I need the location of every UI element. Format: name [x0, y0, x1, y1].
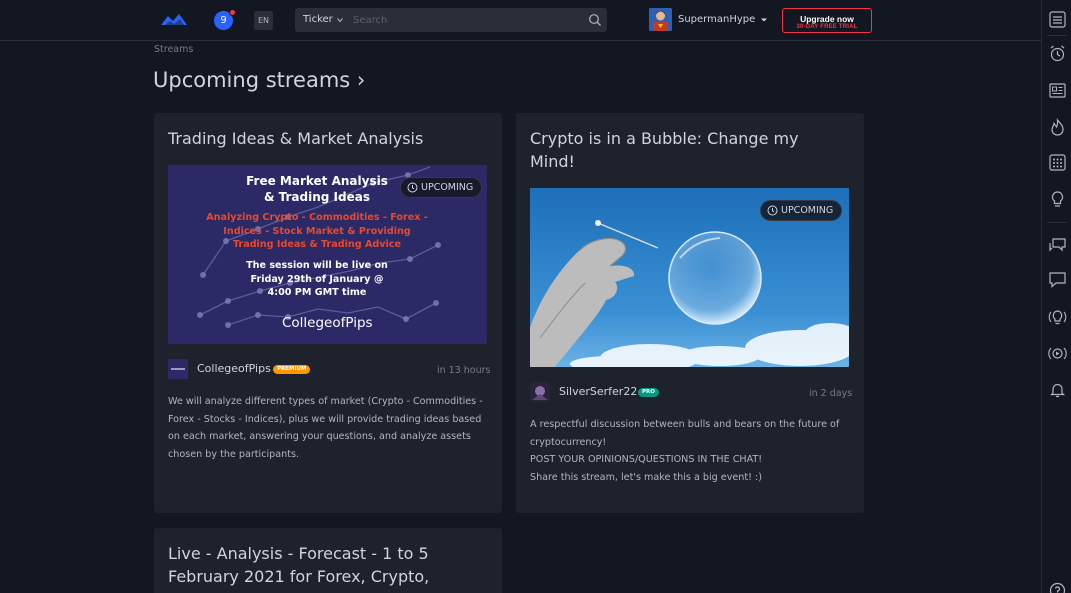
notifications-bell-icon[interactable]: [1048, 380, 1067, 399]
news-icon[interactable]: [1048, 81, 1067, 100]
search-icon[interactable]: [588, 13, 602, 27]
page-title[interactable]: Upcoming streams ›: [153, 68, 365, 92]
stream-card[interactable]: Crypto is in a Bubble: Change my Mind! U…: [516, 113, 864, 513]
stream-card[interactable]: Trading Ideas & Market Analysis Free Mar…: [154, 113, 502, 513]
stream-description: We will analyze different types of marke…: [168, 393, 488, 463]
thumbnail-subheading-line: Indices - Stock Market & Providing: [223, 225, 411, 237]
thumbnail-heading: Free Market Analysis & Trading Ideas: [232, 173, 402, 205]
thumbnail-subheading: Analyzing Crypto - Commodities - Forex -…: [198, 211, 436, 252]
right-toolbar: [1041, 0, 1071, 593]
stream-card[interactable]: Live - Analysis - Forecast - 1 to 5 Febr…: [154, 528, 502, 593]
caret-down-icon[interactable]: [760, 17, 768, 23]
pro-tag: PRO: [638, 388, 659, 397]
user-avatar[interactable]: [649, 8, 672, 31]
calendar-icon[interactable]: [1048, 153, 1067, 172]
search-box[interactable]: Ticker: [295, 8, 607, 32]
upcoming-badge: UPCOMING: [760, 200, 843, 221]
hotlist-icon[interactable]: [1048, 118, 1067, 137]
stream-title[interactable]: Live - Analysis - Forecast - 1 to 5 Febr…: [168, 542, 468, 588]
streams-icon[interactable]: [1048, 344, 1067, 363]
username[interactable]: SupermanHype: [678, 14, 755, 25]
thumbnail-brand: CollegeofPips: [282, 315, 373, 331]
thumbnail-subheading-line: Analyzing Crypto - Commodities - Forex -: [206, 212, 428, 223]
premium-tag: PREMIUM: [273, 365, 311, 374]
language-button[interactable]: EN: [254, 11, 273, 30]
stream-title[interactable]: Trading Ideas & Market Analysis: [168, 127, 488, 150]
upcoming-badge: UPCOMING: [400, 177, 483, 198]
thumbnail-heading-line: Free Market Analysis: [246, 174, 388, 188]
idea-stream-icon[interactable]: [1048, 308, 1067, 327]
stream-thumbnail[interactable]: UPCOMING: [530, 188, 849, 367]
search-input[interactable]: [353, 11, 578, 29]
thumbnail-session-line: 4:00 PM GMT time: [267, 287, 367, 298]
alert-clock-icon[interactable]: [1048, 44, 1067, 63]
chats-icon[interactable]: [1048, 235, 1067, 254]
clock-icon: [407, 182, 418, 193]
description-paragraph: A respectful discussion between bulls an…: [530, 419, 840, 448]
clock-icon: [767, 205, 778, 216]
status-label: UPCOMING: [421, 182, 474, 193]
top-bar: 9 EN Ticker SupermanHype Upgrade now 30-…: [0, 0, 1041, 41]
thumbnail-session-info: The session will be live on Friday 29th …: [228, 259, 406, 300]
stream-time: in 2 days: [809, 388, 853, 399]
logo-icon[interactable]: [160, 10, 188, 30]
private-chat-icon[interactable]: [1048, 270, 1067, 289]
stream-thumbnail[interactable]: Free Market Analysis & Trading Ideas Ana…: [168, 165, 487, 344]
author-avatar[interactable]: [168, 359, 188, 379]
watchlist-icon[interactable]: [1048, 10, 1067, 29]
stream-time: in 13 hours: [437, 365, 491, 376]
upgrade-sublabel: 30-DAY FREE TRIAL: [796, 23, 858, 30]
description-paragraph: POST YOUR OPINIONS/QUESTIONS IN THE CHAT…: [530, 454, 763, 465]
upgrade-button[interactable]: Upgrade now 30-DAY FREE TRIAL: [782, 8, 872, 33]
toolbar-divider: [1047, 35, 1067, 36]
description-paragraph: We will analyze different types of marke…: [168, 396, 483, 460]
author-avatar[interactable]: [530, 382, 550, 402]
thumbnail-brand-logo: CollegeofPips: [282, 315, 373, 331]
author-name[interactable]: SilverSerfer22: [559, 385, 637, 398]
search-type-label[interactable]: Ticker: [303, 8, 333, 32]
thumbnail-heading-line: & Trading Ideas: [264, 190, 370, 204]
description-paragraph: Share this stream, let's make this a big…: [530, 471, 762, 483]
chevron-down-icon[interactable]: [337, 17, 343, 23]
author-name[interactable]: CollegeofPips: [197, 362, 271, 375]
help-icon[interactable]: [1048, 581, 1067, 593]
thumbnail-session-line: Friday 29th of January @: [250, 273, 384, 285]
stream-description: A respectful discussion between bulls an…: [530, 416, 850, 486]
toolbar-divider: [1047, 222, 1067, 223]
thumbnail-subheading-line: Trading Ideas & Trading Advice: [233, 239, 401, 250]
breadcrumb[interactable]: Streams: [154, 44, 193, 55]
ideas-bulb-icon[interactable]: [1048, 190, 1067, 209]
stream-title[interactable]: Crypto is in a Bubble: Change my Mind!: [530, 127, 830, 173]
notification-count: 9: [220, 15, 227, 26]
upgrade-label: Upgrade now: [800, 13, 854, 24]
thumbnail-session-line: The session will be live on: [246, 260, 388, 271]
status-label: UPCOMING: [781, 205, 834, 216]
notification-dot: [229, 9, 236, 16]
